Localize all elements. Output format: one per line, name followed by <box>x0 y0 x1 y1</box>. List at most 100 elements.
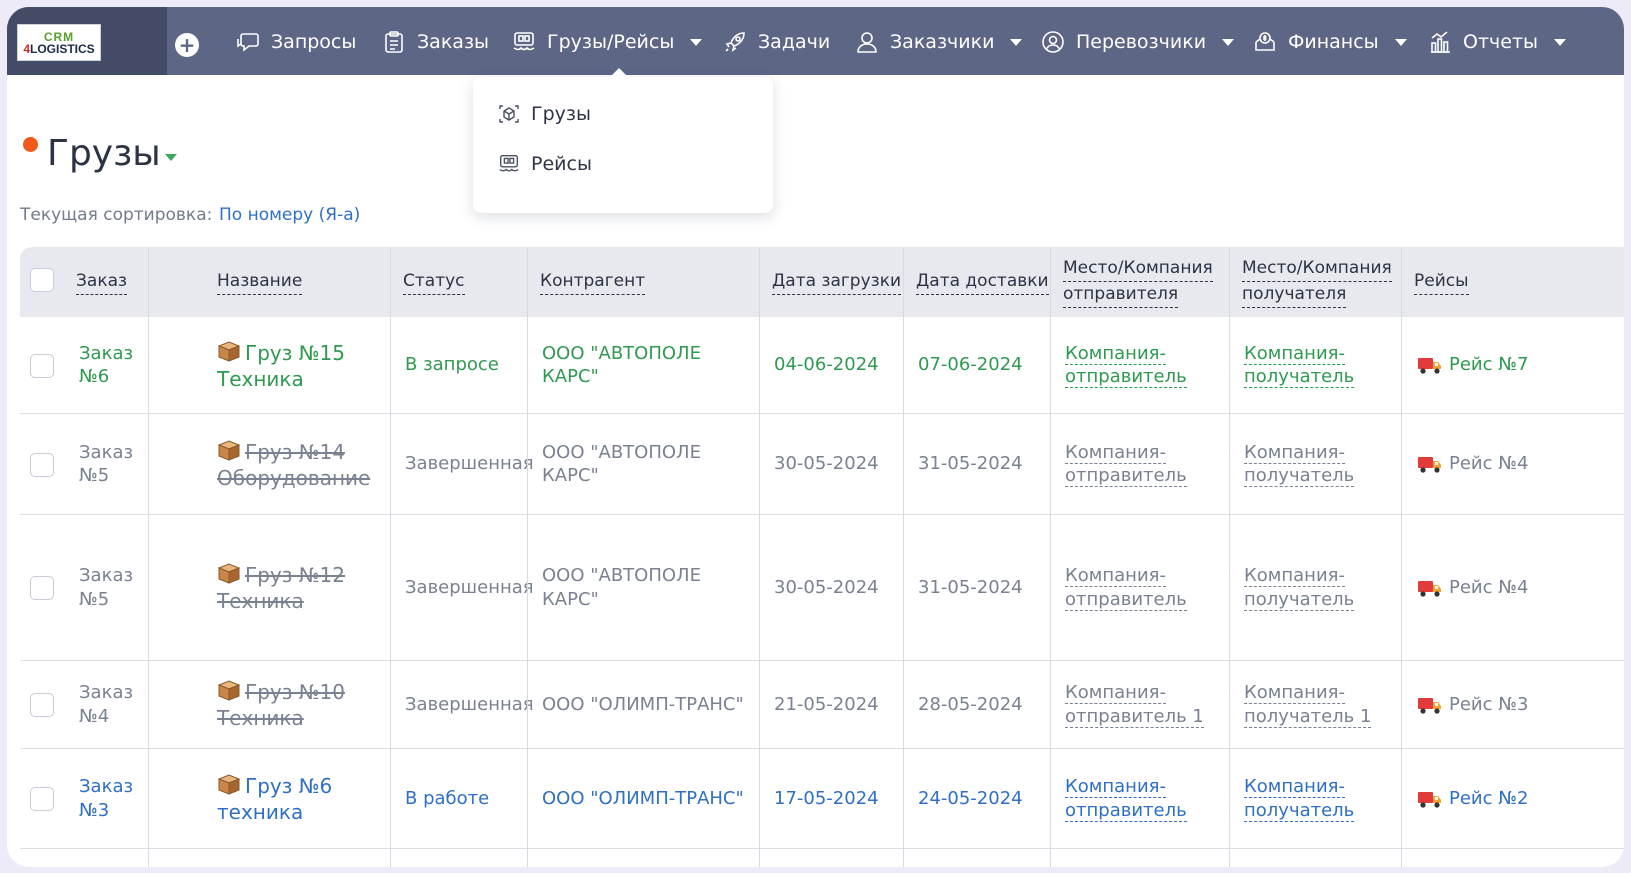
title-chevron-down-icon[interactable] <box>165 154 177 161</box>
crm-logo[interactable]: CRM 4LOGISTICS <box>17 24 101 61</box>
row-checkbox[interactable] <box>30 576 54 600</box>
row-checkbox[interactable] <box>30 693 54 717</box>
contractor-link[interactable]: ООО "АВТОПОЛЕ КАРС" <box>542 515 758 660</box>
delivery-date: 28-05-2024 <box>918 693 1023 715</box>
chart-icon <box>1431 31 1450 53</box>
user-circle-icon <box>1042 31 1064 53</box>
column-divider <box>390 247 391 867</box>
nav-requests[interactable]: Запросы <box>235 25 356 59</box>
user-icon <box>857 32 877 53</box>
cargo-box-icon <box>217 340 241 362</box>
contractor-link[interactable]: ООО "АВТОПОЛЕ КАРС" <box>542 317 758 413</box>
dropdown-item-cargo[interactable]: Грузы <box>497 102 591 126</box>
cargo-box-icon <box>217 680 241 701</box>
trip-link[interactable]: Рейс №7 <box>1417 317 1617 413</box>
column-divider <box>148 247 149 867</box>
truck-icon <box>1418 580 1441 597</box>
cargo-box-icon <box>217 563 241 584</box>
trip-link[interactable]: Рейс №4 <box>1417 414 1617 514</box>
row-checkbox[interactable] <box>30 452 54 477</box>
clipboard-icon <box>385 31 403 53</box>
receiver-company-link[interactable]: Компания-получатель <box>1244 515 1399 660</box>
sort-value-link[interactable]: По номеру (Я-а) <box>219 205 360 225</box>
sender-company-link[interactable]: Компания-отправитель <box>1065 749 1227 848</box>
sender-company-link[interactable]: Компания-отправитель <box>1065 317 1227 413</box>
load-date: 30-05-2024 <box>774 576 879 598</box>
contractor-link[interactable]: ООО "АВТОПОЛЕ КАРС" <box>542 414 758 514</box>
header-delivery-date[interactable]: Дата доставки <box>916 247 1049 317</box>
header-load-date[interactable]: Дата загрузки <box>772 247 902 317</box>
trip-link[interactable]: Рейс №2 <box>1417 749 1617 848</box>
app-window: CRM 4LOGISTICS + Запросы Заказы Грузы/Ре… <box>7 7 1624 867</box>
order-link[interactable]: Заказ №5 <box>79 515 145 660</box>
chevron-down-icon <box>1222 38 1235 46</box>
row-checkbox[interactable] <box>30 787 54 811</box>
chevron-down-icon <box>1554 38 1567 46</box>
chevron-down-icon <box>1394 38 1407 46</box>
header-name[interactable]: Название <box>217 247 303 317</box>
delivery-date: 31-05-2024 <box>918 453 1023 475</box>
nav-cargo-trips-label: Грузы/Рейсы <box>547 31 675 53</box>
table-row[interactable]: Заказ №6 Груз №15 Техника В запросе ООО "АВТО… <box>20 317 1624 414</box>
table-row[interactable]: Заказ №3 Груз №6 техника В работе ООО "ОЛИМП-… <box>20 749 1624 849</box>
box-scan-icon <box>499 105 519 123</box>
cargo-name-link[interactable]: Груз №10 Техника <box>217 661 387 748</box>
nav-orders-label: Заказы <box>417 31 490 53</box>
receiver-company-link[interactable]: Компания-получатель <box>1244 414 1399 514</box>
header-status[interactable]: Статус <box>403 247 465 317</box>
receiver-company-link[interactable]: Компания-получатель <box>1244 317 1399 413</box>
column-divider <box>527 247 528 867</box>
nav-reports[interactable]: Отчеты <box>1427 25 1567 59</box>
header-order[interactable]: Заказ <box>76 247 128 317</box>
cargo-box-icon <box>217 439 241 461</box>
nav-requests-label: Запросы <box>271 31 357 53</box>
nav-carriers[interactable]: Перевозчики <box>1040 25 1235 59</box>
nav-tasks-label: Задачи <box>758 31 831 53</box>
header-receiver[interactable]: Место/Компания получателя <box>1242 247 1392 317</box>
column-divider <box>1229 247 1230 867</box>
contractor-link[interactable]: ООО "ОЛИМП-ТРАНС" <box>542 661 758 748</box>
header-contractor[interactable]: Контрагент <box>540 247 646 317</box>
cargo-name-link[interactable]: Груз №6 техника <box>217 749 387 848</box>
nav-orders[interactable]: Заказы <box>381 25 489 59</box>
cargo-name-link[interactable]: Груз №15 Техника <box>217 317 387 413</box>
nav-finance[interactable]: Финансы <box>1252 25 1407 59</box>
trip-link[interactable]: Рейс №3 <box>1417 661 1617 748</box>
nav-reports-label: Отчеты <box>1463 31 1539 53</box>
select-all-checkbox[interactable] <box>30 268 54 292</box>
status-badge: Завершенная <box>405 453 534 475</box>
status-badge: В запросе <box>405 354 499 376</box>
table-row[interactable]: Заказ №5 Груз №12 Техника Завершенная ООО "АВ… <box>20 515 1624 661</box>
status-dot <box>23 137 38 152</box>
sender-company-link[interactable]: Компания-отправитель <box>1065 515 1227 660</box>
table-row[interactable]: Заказ №5 Груз №14 Оборудование Завершенная ОО… <box>20 414 1624 515</box>
chat-icon <box>237 33 259 52</box>
money-icon <box>1255 32 1275 51</box>
receiver-company-link[interactable]: Компания-получатель <box>1244 749 1399 848</box>
load-date: 21-05-2024 <box>774 693 879 715</box>
sender-company-link[interactable]: Компания-отправитель 1 <box>1065 661 1227 748</box>
order-link[interactable]: Заказ №3 <box>79 749 145 848</box>
cargo-name-link[interactable]: Груз №12 Техника <box>217 515 387 660</box>
nav-customers[interactable]: Заказчики <box>854 25 1023 59</box>
dropdown-item-trips[interactable]: Рейсы <box>497 152 592 176</box>
load-date: 04-06-2024 <box>774 354 879 376</box>
add-new-button[interactable]: + <box>175 33 199 57</box>
contractor-link[interactable]: ООО "ОЛИМП-ТРАНС" <box>542 749 758 848</box>
order-link[interactable]: Заказ №6 <box>79 317 145 413</box>
nav-cargo-trips[interactable]: Грузы/Рейсы <box>511 25 703 59</box>
cargo-name-link[interactable]: Груз №14 Оборудование <box>217 414 387 514</box>
table-row[interactable]: Заказ №4 Груз №10 Техника Завершенная ООО "ОЛ… <box>20 661 1624 749</box>
receiver-company-link[interactable]: Компания-получатель 1 <box>1244 661 1399 748</box>
sort-label: Текущая сортировка: <box>20 205 213 225</box>
trip-link[interactable]: Рейс №4 <box>1417 515 1617 660</box>
header-sender[interactable]: Место/Компания отправителя <box>1063 247 1213 317</box>
order-link[interactable]: Заказ №5 <box>79 414 145 514</box>
nav-tasks[interactable]: Задачи <box>722 25 830 59</box>
row-checkbox[interactable] <box>30 353 54 378</box>
sender-company-link[interactable]: Компания-отправитель <box>1065 414 1227 514</box>
page-title[interactable]: Грузы <box>47 133 161 174</box>
nav-finance-label: Финансы <box>1288 31 1379 53</box>
order-link[interactable]: Заказ №4 <box>79 661 145 748</box>
header-trips[interactable]: Рейсы <box>1414 247 1469 317</box>
